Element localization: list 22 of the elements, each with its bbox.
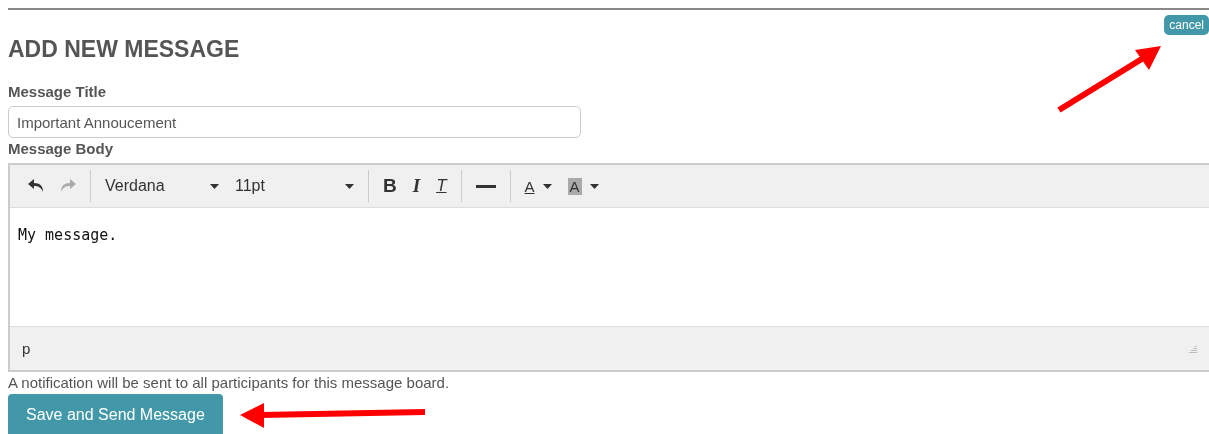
field-label: Message Title — [8, 83, 107, 100]
dropdown[interactable]: 11pt — [227, 171, 362, 201]
notice-text: A notification will be sent to all participants for this message board. — [8, 374, 451, 391]
text-color-button[interactable]: A — [516, 171, 560, 201]
italic-button[interactable]: I — [404, 171, 429, 201]
page-heading: ADD NEW MESSAGE — [8, 36, 241, 63]
caret-icon — [345, 183, 354, 189]
horizontal-line-icon — [475, 184, 496, 188]
redo-icon — [60, 179, 76, 193]
undo-icon — [28, 179, 44, 193]
bold-button[interactable]: B — [375, 171, 405, 201]
title-input-field[interactable]: Important Annoucement — [8, 106, 581, 138]
field-label: Message Body — [8, 140, 114, 157]
dropdown[interactable]: Verdana — [97, 171, 227, 201]
caret-icon — [542, 183, 552, 189]
clear-format-button[interactable]: T — [428, 171, 455, 201]
element-path: p — [22, 340, 31, 357]
background-color-button[interactable]: A — [559, 171, 607, 201]
resize-handle-icon[interactable] — [1189, 344, 1197, 353]
caret-icon — [210, 183, 219, 189]
editor-text[interactable]: My message. — [10, 208, 1209, 326]
caret-icon — [589, 183, 599, 189]
